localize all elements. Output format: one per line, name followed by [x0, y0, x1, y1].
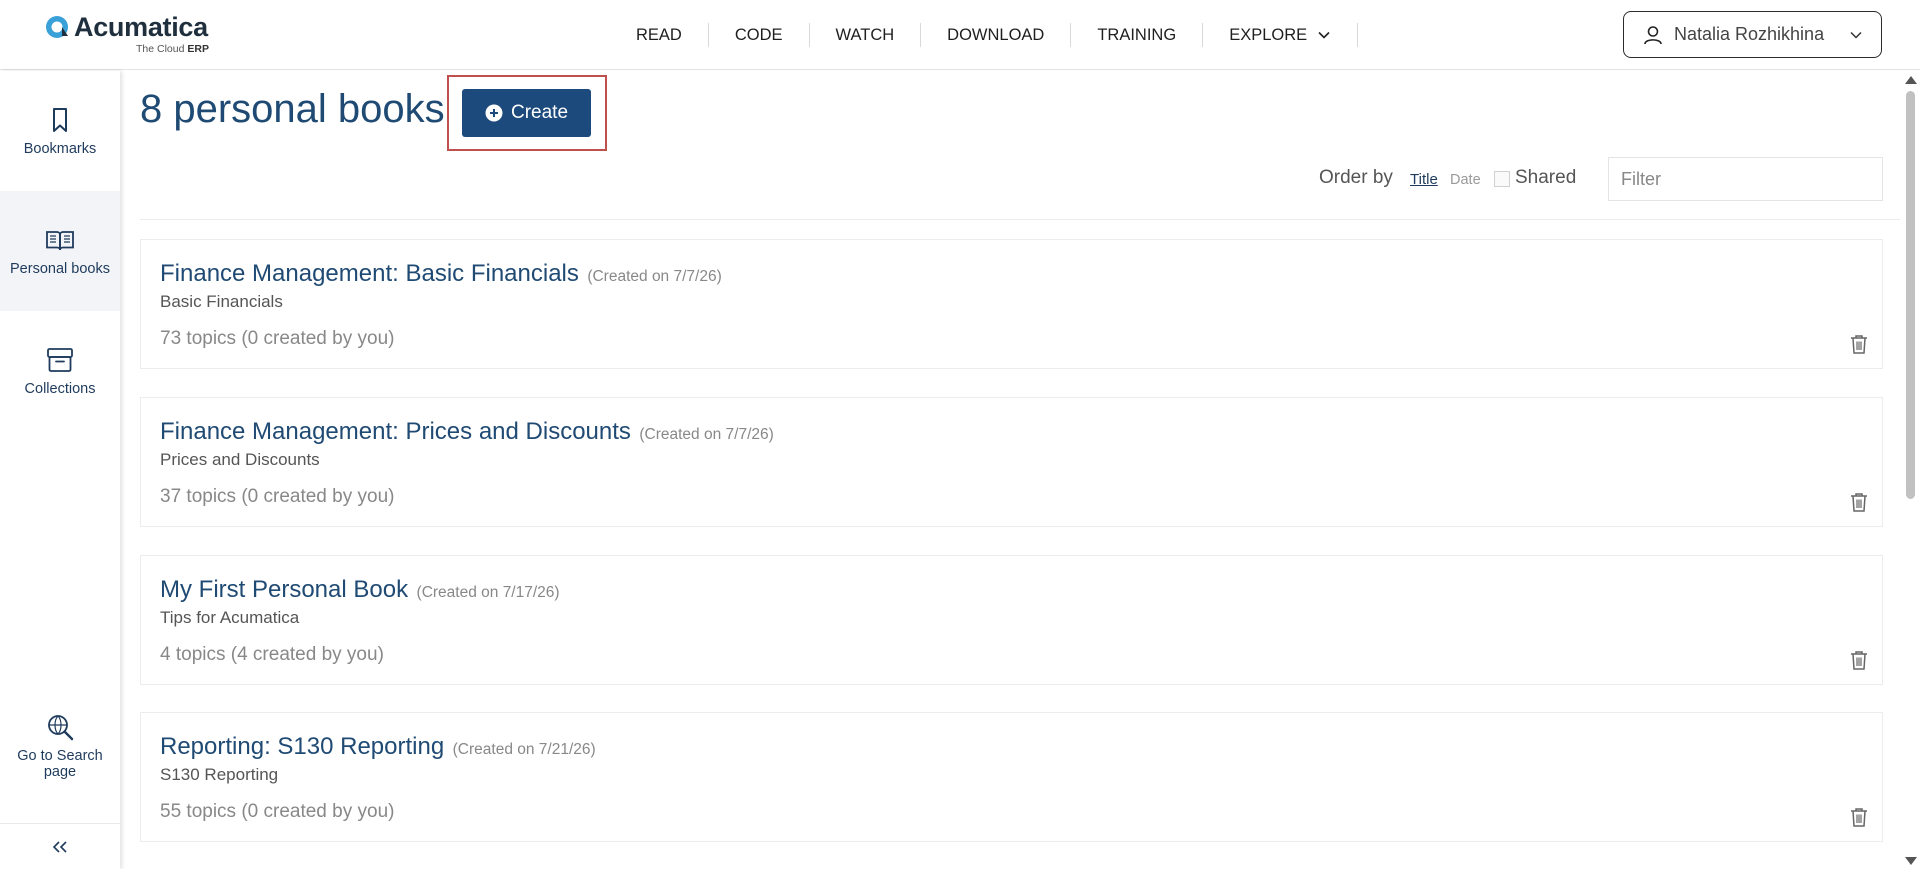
- top-bar: Acumatica The Cloud ERP READ CODE WATCH …: [0, 0, 1920, 70]
- book-created-date: (Created on 7/7/26): [587, 268, 722, 285]
- trash-icon[interactable]: [1850, 650, 1868, 670]
- bookmark-icon: [53, 108, 67, 132]
- sidebar-item-collections[interactable]: Collections: [0, 311, 120, 431]
- vertical-scrollbar[interactable]: [1900, 71, 1920, 869]
- book-header: Reporting: S130 Reporting (Created on 7/…: [160, 733, 596, 761]
- divider: [140, 219, 1902, 220]
- book-created-date: (Created on 7/7/26): [639, 426, 774, 443]
- order-by-title-link[interactable]: Title: [1410, 171, 1438, 188]
- book-card: Reporting: S130 Reporting (Created on 7/…: [140, 712, 1883, 842]
- book-subtitle: S130 Reporting: [160, 765, 279, 784]
- plus-circle-icon: [485, 104, 503, 122]
- trash-icon[interactable]: [1850, 492, 1868, 512]
- nav-code[interactable]: CODE: [709, 23, 810, 47]
- filter-input[interactable]: [1608, 157, 1883, 201]
- brand-tagline: The Cloud ERP: [136, 43, 209, 55]
- shared-checkbox[interactable]: [1494, 171, 1510, 187]
- book-card: Finance Management: Basic Financials (Cr…: [140, 239, 1883, 369]
- trash-icon[interactable]: [1850, 334, 1868, 354]
- search-globe-icon: [48, 715, 74, 741]
- archive-box-icon: [47, 348, 73, 372]
- sidebar-item-label: Bookmarks: [23, 141, 97, 157]
- nav-training[interactable]: TRAINING: [1071, 23, 1204, 47]
- chevron-down-icon: [1318, 31, 1330, 39]
- book-topics-count: 37 topics (0 created by you): [160, 486, 395, 507]
- main-content: 8 personal books Create Order by Title D…: [120, 71, 1902, 869]
- scroll-up-arrow-icon[interactable]: [1905, 76, 1917, 84]
- book-card: Finance Management: Prices and Discounts…: [140, 397, 1883, 527]
- book-header: Finance Management: Basic Financials (Cr…: [160, 260, 722, 288]
- create-book-button[interactable]: Create: [462, 89, 591, 137]
- user-menu-button[interactable]: Natalia Rozhikhina: [1623, 11, 1882, 58]
- nav-download[interactable]: DOWNLOAD: [921, 23, 1072, 47]
- sidebar-item-label: Collections: [24, 381, 96, 397]
- trash-icon[interactable]: [1850, 807, 1868, 827]
- book-title-link[interactable]: Finance Management: Basic Financials: [160, 260, 579, 287]
- sidebar-item-search-page[interactable]: Go to Search page: [0, 691, 120, 801]
- book-card: My First Personal Book (Created on 7/17/…: [140, 555, 1883, 685]
- chevron-down-icon: [1850, 31, 1862, 39]
- double-chevron-left-icon: [52, 840, 67, 853]
- book-subtitle: Tips for Acumatica: [160, 608, 300, 627]
- sidebar-item-bookmarks[interactable]: Bookmarks: [0, 71, 120, 191]
- book-created-date: (Created on 7/21/26): [452, 741, 596, 758]
- scroll-thumb[interactable]: [1906, 91, 1915, 499]
- order-by-label: Order by: [1319, 167, 1393, 188]
- brand-name: Acumatica: [74, 12, 208, 42]
- book-title-link[interactable]: Finance Management: Prices and Discounts: [160, 418, 631, 445]
- book-title-link[interactable]: My First Personal Book: [160, 576, 408, 603]
- page-title: 8 personal books: [140, 87, 445, 131]
- book-subtitle: Prices and Discounts: [160, 450, 320, 469]
- acumatica-logo[interactable]: Acumatica The Cloud ERP: [44, 12, 224, 56]
- book-topics-count: 4 topics (4 created by you): [160, 644, 384, 665]
- main-navigation: READ CODE WATCH DOWNLOAD TRAINING EXPLOR…: [610, 0, 1359, 70]
- sidebar: Bookmarks Personal books Collections Go …: [0, 71, 120, 869]
- collapse-sidebar-button[interactable]: [0, 823, 120, 869]
- book-topics-count: 73 topics (0 created by you): [160, 328, 395, 349]
- book-created-date: (Created on 7/17/26): [416, 584, 560, 601]
- nav-explore[interactable]: EXPLORE: [1203, 23, 1359, 47]
- shared-label: Shared: [1515, 167, 1577, 188]
- book-header: My First Personal Book (Created on 7/17/…: [160, 576, 560, 604]
- user-name: Natalia Rozhikhina: [1674, 24, 1825, 44]
- scroll-down-arrow-icon[interactable]: [1905, 857, 1917, 865]
- open-book-icon: [46, 231, 74, 251]
- sidebar-item-personal-books[interactable]: Personal books: [0, 191, 120, 311]
- nav-read[interactable]: READ: [610, 23, 709, 47]
- order-by-date-link[interactable]: Date: [1450, 172, 1481, 188]
- nav-watch[interactable]: WATCH: [810, 23, 922, 47]
- book-header: Finance Management: Prices and Discounts…: [160, 418, 774, 446]
- sidebar-item-label: Go to Search page: [17, 748, 103, 780]
- book-subtitle: Basic Financials: [160, 292, 283, 311]
- book-title-link[interactable]: Reporting: S130 Reporting: [160, 733, 444, 760]
- user-icon: [1644, 25, 1662, 44]
- sidebar-item-label: Personal books: [10, 261, 110, 277]
- book-topics-count: 55 topics (0 created by you): [160, 801, 395, 822]
- acumatica-logo-icon: [46, 16, 68, 38]
